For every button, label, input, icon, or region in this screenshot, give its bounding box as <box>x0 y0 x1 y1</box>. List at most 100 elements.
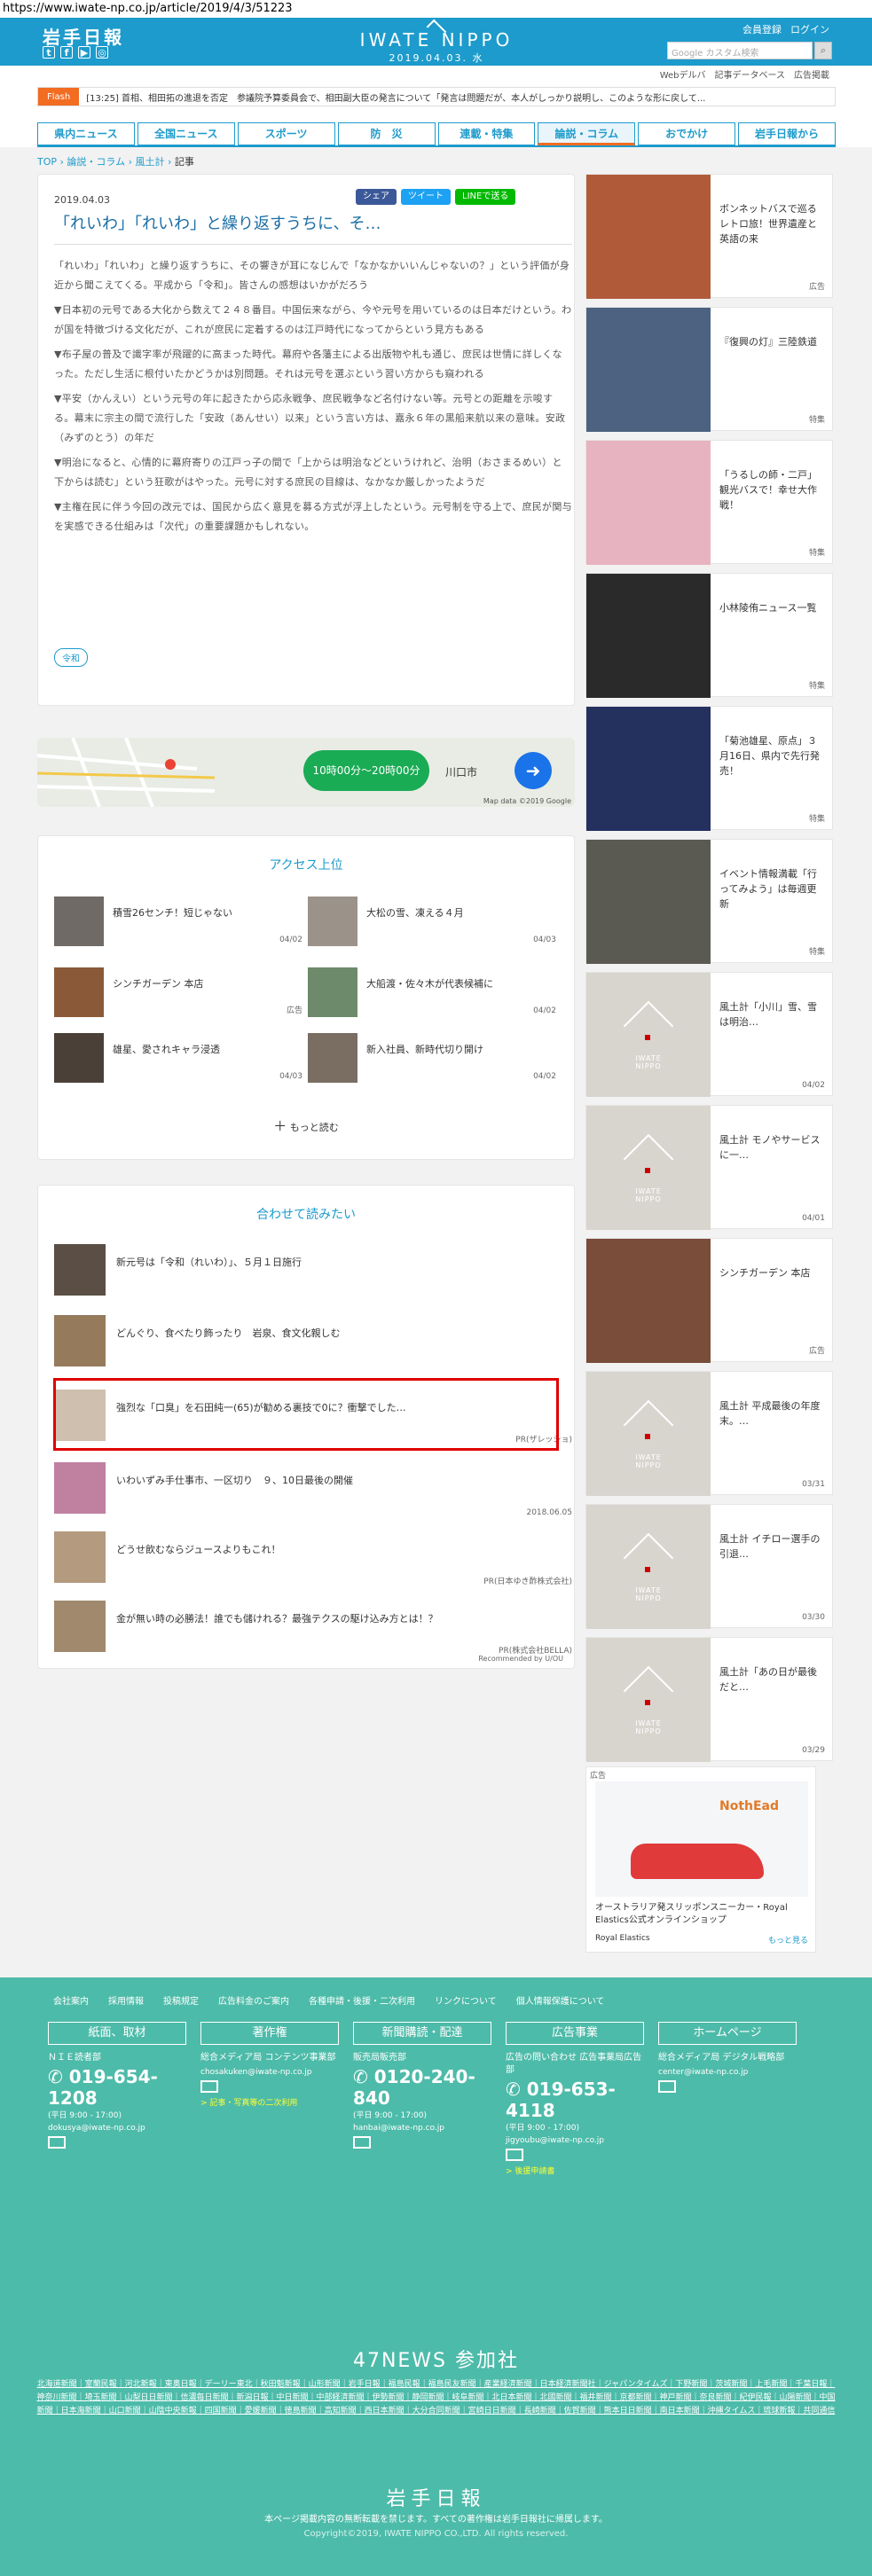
subnav-link[interactable]: 広告掲載 <box>794 67 829 81</box>
sidebar-text: 『復興の灯』三陸鉄道 <box>719 336 817 348</box>
sidebar-text: 小林陵侑ニュース一覧 <box>719 602 817 614</box>
nav-item[interactable]: 県内ニュース <box>37 122 135 145</box>
footer-phone-number: 019-654-1208 <box>48 2066 158 2109</box>
twitter-icon[interactable]: t <box>43 46 55 59</box>
mail-icon[interactable] <box>658 2080 676 2093</box>
center-logo[interactable]: IWATE NIPPO 2019.04.03. 水 <box>348 19 525 65</box>
tweet-button[interactable]: ツイート <box>401 189 451 205</box>
sidebar-item[interactable]: 『復興の灯』三陸鉄道 特集 <box>585 307 833 432</box>
breadcrumb-link[interactable]: TOP <box>37 156 57 168</box>
sidebar-item[interactable]: イベント情報満載「行ってみよう」は毎週更新 特集 <box>585 839 833 964</box>
instagram-icon[interactable]: ◎ <box>96 46 108 59</box>
footer-dept: 総合メディア局 コンテンツ事業部 <box>200 2053 336 2063</box>
sidebar-item[interactable]: IWATE NIPPO 風土計 イチロー選手の引退… 03/30 <box>585 1504 833 1629</box>
footer-link[interactable]: 個人情報保護について <box>516 1993 605 2007</box>
related-item[interactable]: 新元号は「令和（れいわ）」、５月１日施行 <box>54 1239 572 1301</box>
sidebar-item[interactable]: 「菊池雄星、原点」３月16日、県内で先行発売！ 特集 <box>585 706 833 831</box>
related-item[interactable]: どんぐり、食べたり飾ったり 岩泉、食文化親しむ <box>54 1310 572 1372</box>
footer-column-title[interactable]: 著作権 <box>200 2022 339 2045</box>
sidebar-thumb-placeholder: IWATE NIPPO <box>586 1106 711 1230</box>
site-logo[interactable]: 岩手日報 <box>43 23 124 49</box>
member-register-link[interactable]: 会員登録 <box>742 22 782 36</box>
footer-email[interactable]: chosakuken@iwate-np.co.jp <box>200 2068 339 2077</box>
sidebar-item[interactable]: IWATE NIPPO 風土計「小川」雪、雪は明治… 04/02 <box>585 972 833 1097</box>
ranking-thumb <box>308 967 357 1017</box>
nav-item[interactable]: 岩手日報から <box>738 122 836 145</box>
sidebar-item[interactable]: IWATE NIPPO 風土計「あの日が最後だと… 03/29 <box>585 1637 833 1762</box>
sidebar-ad[interactable]: 広告 NothEad オーストラリア発スリッポンスニーカー・Royal Elas… <box>585 1766 816 1953</box>
related-item[interactable]: 金が無い時の必勝法！誰でも儲けれる？最強テクスの駆け込み方とは！？ PR(株式会… <box>54 1595 572 1657</box>
sidebar-item[interactable]: IWATE NIPPO 風土計 モノやサービスに一… 04/01 <box>585 1105 833 1230</box>
ranking-item[interactable]: 雄星、愛されキャラ浸透 04/03 <box>54 1033 302 1083</box>
facebook-share-button[interactable]: シェア <box>356 189 397 205</box>
mail-icon[interactable] <box>353 2136 371 2149</box>
mail-icon[interactable] <box>506 2149 523 2161</box>
address-bar[interactable]: https://www.iwate-np.co.jp/article/2019/… <box>0 0 872 18</box>
flash-news-bar[interactable]: Flash [13:25] 首相、相田拓の進退を否定 参議院予算委員会で、相田副… <box>37 87 836 106</box>
footer-email[interactable]: dokusya@iwate-np.co.jp <box>48 2124 186 2133</box>
nav-item-active[interactable]: 論説・コラム <box>538 122 636 145</box>
partner-papers[interactable]: 北海道新聞｜室蘭民報｜河北新報｜東奥日報｜デーリー東北｜秋田魁新報｜山形新聞｜岩… <box>35 2378 837 2418</box>
related-text: いわいずみ手仕事市、一区切り ９、10日最後の開催 <box>116 1475 353 1486</box>
related-item[interactable]: どうせ飲むならジュースよりもこれ！ PR(日本ゆき酢株式会社) <box>54 1526 572 1588</box>
footer-link[interactable]: 投稿規定 <box>163 1993 199 2007</box>
footer-column-title[interactable]: 紙面、取材 <box>48 2022 186 2045</box>
subnav-link[interactable]: 記事データベース <box>715 67 786 81</box>
nav-item[interactable]: 防 災 <box>337 122 436 145</box>
footer-link[interactable]: 会社案内 <box>53 1993 89 2007</box>
search-input[interactable]: Google カスタム検索 <box>667 42 813 59</box>
footer-extra-link[interactable]: > 後援申請書 <box>506 2165 644 2176</box>
footer-link[interactable]: リンクについて <box>435 1993 497 2007</box>
footer-email[interactable]: jigyoubu@iwate-np.co.jp <box>506 2136 644 2145</box>
footer-column-title[interactable]: 広告事業 <box>506 2022 644 2045</box>
map-ad[interactable]: 10時00分〜20時00分 川口市 ➜ Map data ©2019 Googl… <box>37 738 575 807</box>
footer-link[interactable]: 各種申請・後援・二次利用 <box>309 1993 415 2007</box>
footer-dept: 総合メディア局 デジタル戦略部 <box>658 2053 785 2063</box>
line-share-button[interactable]: LINEで送る <box>455 189 516 205</box>
article-paragraph: 「れいわ」「れいわ」と繰り返すうちに、その響きが耳になじんで「なかなかいいんじゃ… <box>54 260 570 291</box>
sidebar-item[interactable]: ボンネットバスで巡るレトロ旅！世界遺産と英語の来 広告 <box>585 174 833 299</box>
ranking-item[interactable]: 新入社員、新時代切り開け 04/02 <box>308 1033 556 1083</box>
sidebar-item[interactable]: 「うるしの師・二戸」観光バスで！幸せ大作戦！ 特集 <box>585 440 833 565</box>
more-button[interactable]: ＋ もっと読む <box>38 1116 574 1135</box>
footer-link[interactable]: 採用情報 <box>108 1993 144 2007</box>
flash-text[interactable]: [13:25] 首相、相田拓の進退を否定 参議院予算委員会で、相田副大臣の発言に… <box>86 90 705 104</box>
ranking-item[interactable]: 大船渡・佐々木が代表候補に 04/02 <box>308 967 556 1017</box>
article-paragraph: ▼明治になると、心情的に幕府寄りの江戸っ子の間で「上からは明治などというけれど、… <box>54 457 562 488</box>
ranking-item[interactable]: 大松の雪、凍える４月 04/03 <box>308 897 556 946</box>
search-icon[interactable]: ⌕ <box>814 42 832 59</box>
facebook-icon[interactable]: f <box>60 46 73 59</box>
article-tag[interactable]: 令和 <box>54 648 88 667</box>
related-item[interactable]: いわいずみ手仕事市、一区切り ９、10日最後の開催 2018.06.05 <box>54 1457 572 1519</box>
footer-email[interactable]: hanbai@iwate-np.co.jp <box>353 2124 491 2133</box>
ad-more-link[interactable]: もっと見る <box>768 1934 808 1946</box>
mail-icon[interactable] <box>48 2136 66 2149</box>
highlight-box <box>53 1378 559 1451</box>
footer-extra-link[interactable]: > 記事・写真等の二次利用 <box>200 2096 339 2108</box>
footer-column-title[interactable]: 新聞購読・配達 <box>353 2022 491 2045</box>
sidebar-item[interactable]: シンチガーデン 本店 広告 <box>585 1238 833 1363</box>
nav-item[interactable]: おでかけ <box>638 122 736 145</box>
ranking-item[interactable]: 積雪26センチ！短じゃない 04/02 <box>54 897 302 946</box>
related-text: 金が無い時の必勝法！誰でも儲けれる？最強テクスの駆け込み方とは！？ <box>116 1613 438 1625</box>
sidebar-item[interactable]: 小林陵侑ニュース一覧 特集 <box>585 573 833 698</box>
breadcrumb-link[interactable]: 風土計 <box>136 156 165 168</box>
breadcrumb-link[interactable]: 論説・コラム <box>67 156 125 168</box>
footer-logo[interactable]: 岩手日報 <box>0 2483 872 2511</box>
ranking-item[interactable]: シンチガーデン 本店 広告 <box>54 967 302 1017</box>
subnav-link[interactable]: Webデルバ <box>660 67 706 81</box>
footer-link[interactable]: 広告料金のご案内 <box>218 1993 289 2007</box>
youtube-icon[interactable]: ▶ <box>78 46 90 59</box>
footer-column-title[interactable]: ホームページ <box>658 2022 797 2045</box>
sidebar-item[interactable]: IWATE NIPPO 風土計 平成最後の年度末。… 03/31 <box>585 1371 833 1496</box>
article-paragraph: ▼日本初の元号である大化から数えて２４８番目。中国伝来ながら、今や元号を用いてい… <box>54 304 572 335</box>
nav-item[interactable]: スポーツ <box>237 122 335 145</box>
flash-label: Flash <box>38 88 80 106</box>
footer-email[interactable]: center@iwate-np.co.jp <box>658 2068 797 2077</box>
mail-icon[interactable] <box>200 2080 218 2093</box>
nav-item[interactable]: 連載・特集 <box>437 122 536 145</box>
nav-item[interactable]: 全国ニュース <box>137 122 235 145</box>
directions-icon[interactable]: ➜ <box>515 752 552 789</box>
sidebar-thumb-placeholder: IWATE NIPPO <box>586 973 711 1097</box>
login-link[interactable]: ログイン <box>790 22 829 36</box>
